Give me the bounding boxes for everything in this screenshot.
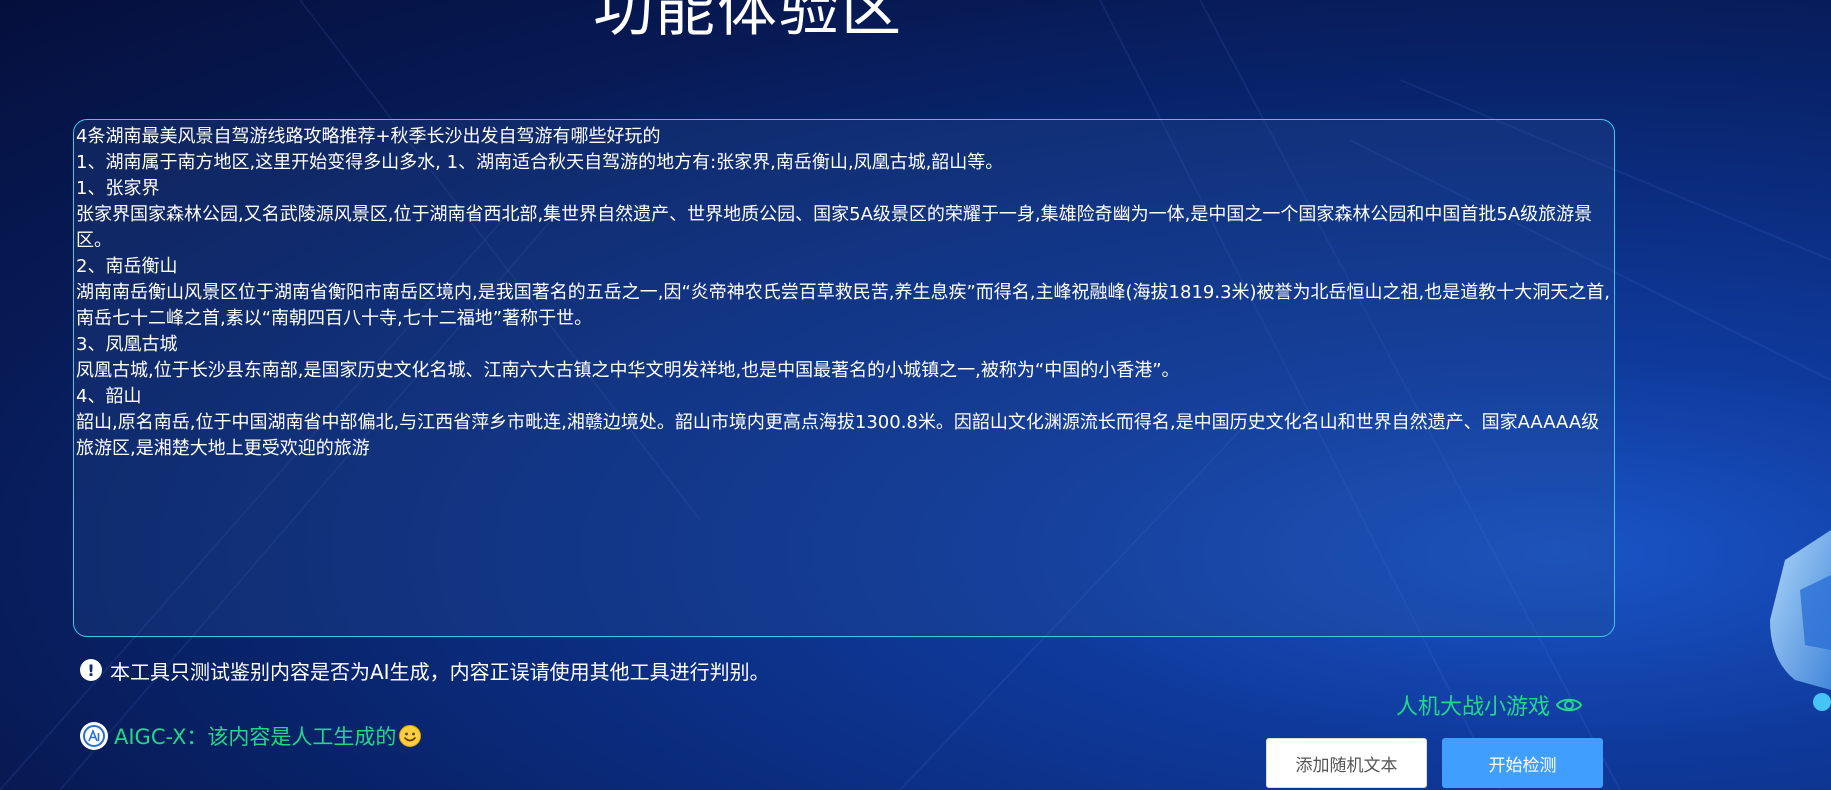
exclamation-circle-icon: ! [80, 659, 102, 681]
text-line: 凤凰古城,位于长沙县东南部,是国家历史文化名城、江南六大古镇之中华文明发祥地,也… [76, 360, 1180, 381]
text-line: 韶山,原名南岳,位于中国湖南省中部偏北,与江西省萍乡市毗连,湘赣边境处。韶山市境… [76, 412, 1600, 459]
text-line: 4、韶山 [76, 386, 142, 407]
add-random-text-button[interactable]: 添加随机文本 [1266, 738, 1427, 788]
eye-icon [1556, 698, 1583, 712]
disclaimer-text: 本工具只测试鉴别内容是否为AI生成，内容正误请使用其他工具进行判别。 [110, 659, 770, 684]
text-line: 张家界国家森林公园,又名武陵源风景区,位于湖南省西北部,集世界自然遗产、世界地质… [76, 204, 1593, 251]
text-line: 湖南南岳衡山风景区位于湖南省衡阳市南岳区境内,是我国著名的五岳之一,因“炎帝神农… [76, 282, 1610, 329]
game-link[interactable]: 人机大战小游戏 [1396, 688, 1583, 722]
detection-text-input[interactable]: 4条湖南最美风景自驾游线路攻略推荐+秋季长沙出发自驾游有哪些好玩的 1、湖南属于… [73, 119, 1615, 637]
result-text: AIGC-X：该内容是人工生成的 [114, 725, 397, 749]
disclaimer-notice: ! 本工具只测试鉴别内容是否为AI生成，内容正误请使用其他工具进行判别。 [80, 656, 770, 684]
decorative-3d-shape [1770, 530, 1831, 711]
text-line: 4条湖南最美风景自驾游线路攻略推荐+秋季长沙出发自驾游有哪些好玩的 [76, 126, 661, 147]
game-link-label: 人机大战小游戏 [1396, 695, 1551, 720]
detection-result: AIGC-X：该内容是人工生成的 [80, 720, 422, 752]
start-detect-button[interactable]: 开始检测 [1442, 738, 1603, 788]
text-line: 3、凤凰古城 [76, 334, 178, 355]
text-line: 2、南岳衡山 [76, 256, 178, 277]
page-title: 功能体验区 [593, 0, 903, 45]
smiley-icon [399, 725, 422, 747]
aigc-x-logo [80, 722, 108, 750]
text-line: 1、湖南属于南方地区,这里开始变得多山多水, 1、湖南适合秋天自驾游的地方有:张… [76, 152, 1004, 173]
text-line: 1、张家界 [76, 178, 160, 199]
